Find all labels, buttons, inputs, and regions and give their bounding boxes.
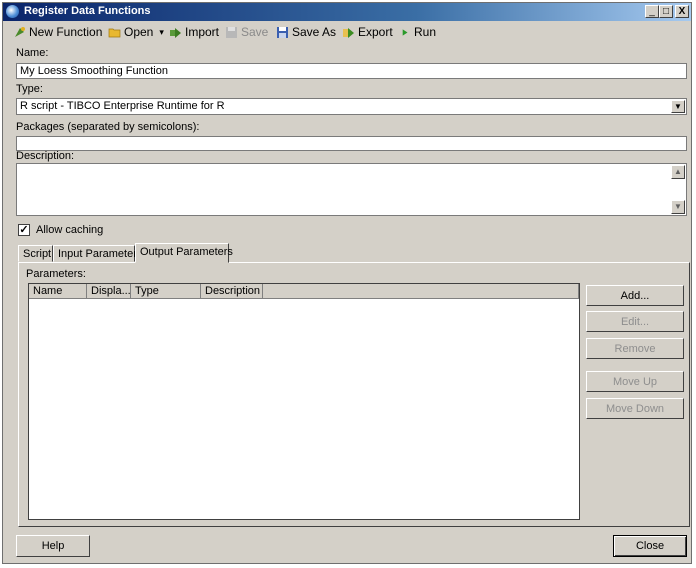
save-as-label: Save As (292, 25, 337, 39)
save-as-button[interactable]: Save As (276, 23, 336, 41)
export-button[interactable]: Export (342, 23, 393, 41)
remove-parameter-button[interactable]: Remove (586, 338, 684, 359)
tab-script[interactable]: Script (18, 245, 53, 262)
output-parameters-panel: Parameters: Name Displa... Type Descript… (18, 262, 690, 527)
register-data-functions-window: Register Data Functions _ □ X New Functi… (2, 2, 692, 564)
save-button[interactable]: Save (225, 23, 268, 41)
column-header-description[interactable]: Description (201, 284, 263, 299)
packages-label: Packages (separated by semicolons): (16, 121, 200, 133)
name-label: Name: (16, 47, 49, 59)
column-header-name[interactable]: Name (29, 284, 87, 299)
name-input[interactable]: My Loess Smoothing Function (16, 63, 687, 79)
scroll-down-icon[interactable]: ▼ (671, 200, 685, 214)
help-button[interactable]: Help (16, 535, 90, 557)
import-icon (170, 27, 181, 38)
new-function-label: New Function (29, 25, 103, 39)
maximize-button[interactable]: □ (659, 5, 673, 18)
chevron-down-icon[interactable]: ▼ (671, 100, 685, 113)
edit-parameter-button[interactable]: Edit... (586, 311, 684, 332)
run-label: Run (414, 25, 437, 39)
column-header-display[interactable]: Displa... (87, 284, 131, 299)
open-dropdown-arrow[interactable]: ▾ (159, 27, 164, 38)
play-icon (402, 28, 408, 36)
type-select[interactable]: R script - TIBCO Enterprise Runtime for … (16, 98, 687, 115)
tab-input-parameters[interactable]: Input Parameters (53, 245, 142, 262)
close-window-button[interactable]: X (675, 5, 689, 18)
description-label: Description: (16, 150, 75, 162)
column-header-type[interactable]: Type (131, 284, 201, 299)
type-select-value: R script - TIBCO Enterprise Runtime for … (20, 100, 225, 112)
title-bar[interactable]: Register Data Functions _ □ X (3, 3, 691, 21)
save-as-icon (277, 26, 288, 38)
run-button[interactable]: Run (402, 23, 436, 41)
export-icon (343, 27, 354, 38)
app-icon (6, 5, 19, 18)
add-parameter-button[interactable]: Add... (586, 285, 684, 306)
move-down-button[interactable]: Move Down (586, 398, 684, 419)
window-title: Register Data Functions (24, 5, 151, 17)
folder-open-icon (108, 28, 121, 37)
new-function-icon (15, 26, 25, 37)
tab-output-parameters[interactable]: Output Parameters (135, 243, 233, 263)
column-header-filler (263, 284, 579, 299)
save-label: Save (241, 25, 269, 39)
scroll-up-icon[interactable]: ▲ (671, 165, 685, 179)
type-label: Type: (16, 83, 43, 95)
minimize-button[interactable]: _ (645, 5, 659, 18)
open-label: Open (124, 25, 154, 39)
allow-caching-label: Allow caching (36, 224, 104, 236)
description-textarea[interactable]: ▲ ▼ (16, 163, 687, 216)
new-function-button[interactable]: New Function (13, 23, 102, 41)
export-label: Export (358, 25, 393, 39)
open-button[interactable]: Open ▾ (108, 23, 164, 41)
import-button[interactable]: Import (169, 23, 219, 41)
move-up-button[interactable]: Move Up (586, 371, 684, 392)
toolbar: New Function Open ▾ Import Save Save As … (11, 23, 681, 41)
save-icon (226, 26, 237, 38)
parameters-list[interactable]: Name Displa... Type Description (28, 283, 580, 520)
close-button[interactable]: Close (613, 535, 687, 557)
allow-caching-checkbox[interactable]: ✓ (18, 224, 30, 236)
packages-input[interactable] (16, 136, 687, 151)
import-label: Import (185, 25, 220, 39)
parameters-label: Parameters: (26, 268, 86, 280)
